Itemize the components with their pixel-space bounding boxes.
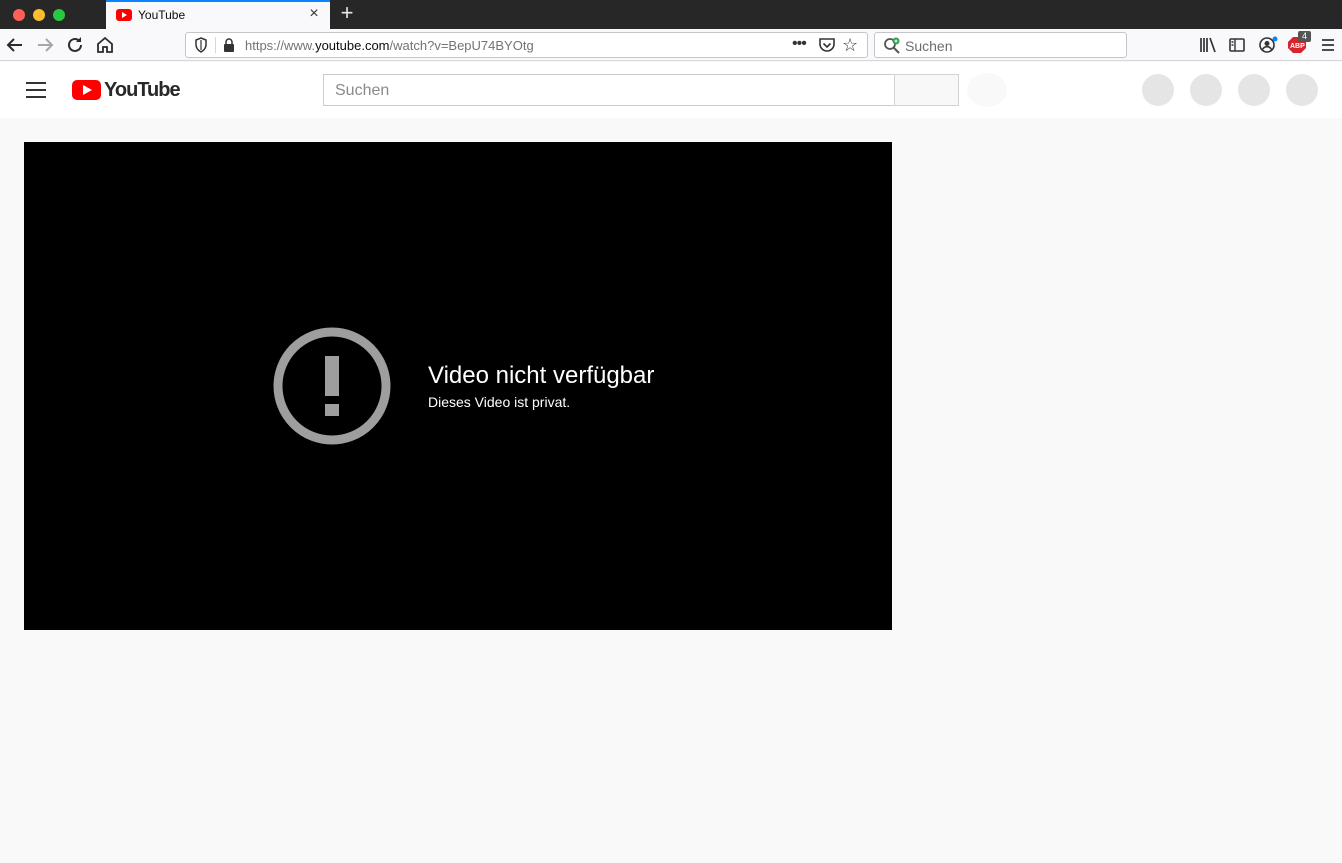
youtube-play-logo-icon: [72, 80, 101, 100]
browser-search-placeholder: Suchen: [905, 38, 953, 54]
back-arrow-icon: [6, 38, 22, 52]
window-minimize-button[interactable]: [33, 9, 45, 21]
back-button[interactable]: [3, 33, 27, 57]
youtube-favicon-icon: [116, 9, 132, 21]
home-button[interactable]: [93, 33, 117, 57]
account-icon[interactable]: [1255, 33, 1279, 57]
pocket-icon[interactable]: [818, 37, 836, 53]
forward-arrow-icon: [38, 38, 54, 52]
menu-line: [26, 96, 46, 98]
home-icon: [97, 36, 113, 53]
menu-line: [26, 82, 46, 84]
error-title: Video nicht verfügbar: [428, 362, 655, 389]
adblock-count-badge: 4: [1298, 31, 1311, 42]
youtube-search-button[interactable]: [894, 74, 959, 106]
youtube-search-placeholder: Suchen: [335, 82, 390, 99]
url-bar-separator: [215, 37, 216, 53]
url-bar[interactable]: https://www.youtube.com/watch?v=BepU74BY…: [185, 32, 868, 58]
new-tab-button[interactable]: +: [336, 2, 358, 25]
youtube-logo[interactable]: YouTube: [72, 78, 181, 101]
voice-search-button[interactable]: [967, 73, 1007, 107]
masthead-placeholder-button-1[interactable]: [1142, 74, 1174, 106]
masthead-placeholder-button-4[interactable]: [1286, 74, 1318, 106]
tab-title: YouTube: [138, 8, 186, 22]
youtube-masthead: YouTube Suchen: [0, 62, 1342, 118]
window-close-button[interactable]: [13, 9, 25, 21]
guide-menu-button[interactable]: [26, 82, 46, 98]
bookmark-star-icon[interactable]: ☆: [842, 35, 858, 55]
masthead-placeholder-button-2[interactable]: [1190, 74, 1222, 106]
search-engine-icon: [884, 37, 900, 54]
url-prefix: https://www.: [245, 38, 316, 53]
youtube-logo-text: YouTube: [104, 78, 181, 101]
url-text[interactable]: https://www.youtube.com/watch?v=BepU74BY…: [245, 38, 534, 53]
url-host: youtube.com: [315, 38, 390, 53]
tab-youtube[interactable]: YouTube ×: [106, 0, 330, 29]
error-exclamation-icon: [273, 327, 391, 445]
page-actions-menu-icon[interactable]: •••: [792, 35, 807, 53]
svg-text:ABP: ABP: [1290, 43, 1305, 50]
error-subtitle: Dieses Video ist privat.: [428, 394, 571, 410]
masthead-placeholder-button-3[interactable]: [1238, 74, 1270, 106]
video-player[interactable]: Video nicht verfügbar Dieses Video ist p…: [24, 142, 892, 630]
sidebar-icon[interactable]: [1225, 33, 1249, 57]
tracking-protection-shield-icon[interactable]: [194, 37, 208, 53]
nav-bar: https://www.youtube.com/watch?v=BepU74BY…: [0, 29, 1342, 61]
tab-strip: YouTube × +: [0, 0, 1342, 29]
hamburger-menu-icon[interactable]: [1316, 33, 1340, 57]
window-maximize-button[interactable]: [53, 9, 65, 21]
lock-icon[interactable]: [223, 38, 235, 52]
reload-icon: [68, 37, 82, 52]
tab-close-icon[interactable]: ×: [306, 6, 322, 22]
library-icon[interactable]: [1196, 33, 1220, 57]
browser-search-bar[interactable]: Suchen: [874, 32, 1127, 58]
adblock-plus-icon[interactable]: ABP 4: [1286, 31, 1311, 57]
forward-button[interactable]: [33, 33, 57, 57]
url-path: /watch?v=BepU74BYOtg: [389, 38, 534, 53]
youtube-search-input[interactable]: Suchen: [323, 74, 895, 106]
menu-line: [26, 89, 46, 91]
reload-button[interactable]: [63, 33, 87, 57]
